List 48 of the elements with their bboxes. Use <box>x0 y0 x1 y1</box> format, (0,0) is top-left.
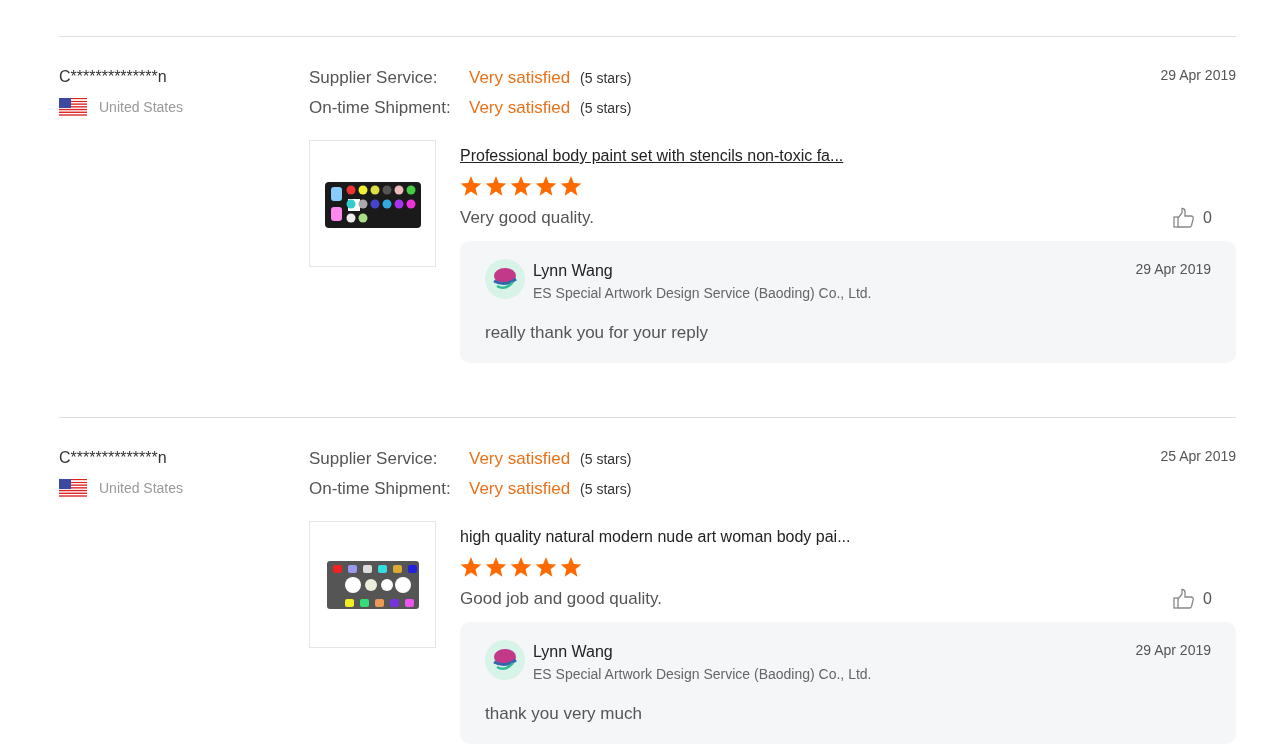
reply-date: 29 Apr 2019 <box>1135 259 1211 279</box>
like-count: 0 <box>1203 207 1212 228</box>
star-icon <box>485 557 507 578</box>
star-icon <box>460 176 482 197</box>
product-title-link[interactable]: high quality natural modern nude art woman body pai... <box>460 528 851 545</box>
star-icon <box>460 557 482 578</box>
buyer-name: C**************n <box>59 67 168 87</box>
company-name: ES Special Artwork Design Service (Baoding) Co., Ltd. <box>533 283 872 303</box>
review-text: Very good quality. <box>460 207 594 229</box>
star-icon <box>485 176 507 197</box>
star-icon <box>510 176 532 197</box>
star-count: (5 stars) <box>580 99 632 116</box>
review-date: 29 Apr 2019 <box>1160 66 1236 85</box>
country-name: United States <box>99 98 184 117</box>
reply-text: thank you very much <box>485 702 643 725</box>
buyer-name: C**************n <box>59 448 168 468</box>
rating-value: Very satisfied <box>469 68 571 87</box>
rating-value: Very satisfied <box>469 449 571 468</box>
flag-icon <box>59 479 87 498</box>
thumbs-up-icon[interactable] <box>1173 206 1196 229</box>
avatar-icon <box>485 258 525 299</box>
star-icon <box>510 557 532 578</box>
review-text: Good job and good quality. <box>460 588 662 610</box>
star-icon <box>535 557 557 578</box>
avatar-icon <box>485 639 525 680</box>
rating-label: Supplier Service: <box>309 67 439 89</box>
reply-text: really thank you for your reply <box>485 321 709 344</box>
replier-name: Lynn Wang <box>533 641 614 662</box>
rating-value: Very satisfied <box>469 97 571 117</box>
thumbs-up-icon[interactable] <box>1173 587 1196 610</box>
star-count: (5 stars) <box>580 480 632 497</box>
company-name: ES Special Artwork Design Service (Baoding) Co., Ltd. <box>533 664 872 684</box>
star-count: (5 stars) <box>580 70 632 86</box>
star-count: (5 stars) <box>580 451 632 467</box>
rating-label: On-time Shipment: <box>309 96 452 119</box>
reply-date: 29 Apr 2019 <box>1135 640 1211 660</box>
flag-icon <box>59 98 87 117</box>
product-title-link[interactable]: Professional body paint set with stencils non-toxic fa... <box>460 147 844 164</box>
rating-label: Supplier Service: <box>309 448 439 470</box>
star-icon <box>535 176 557 197</box>
like-count: 0 <box>1203 588 1212 609</box>
review-date: 25 Apr 2019 <box>1160 447 1236 466</box>
rating-value: Very satisfied <box>469 478 571 498</box>
rating-label: On-time Shipment: <box>309 477 452 500</box>
country-name: United States <box>99 479 184 498</box>
replier-name: Lynn Wang <box>533 260 614 281</box>
star-icon <box>560 557 582 578</box>
star-icon <box>560 176 582 197</box>
